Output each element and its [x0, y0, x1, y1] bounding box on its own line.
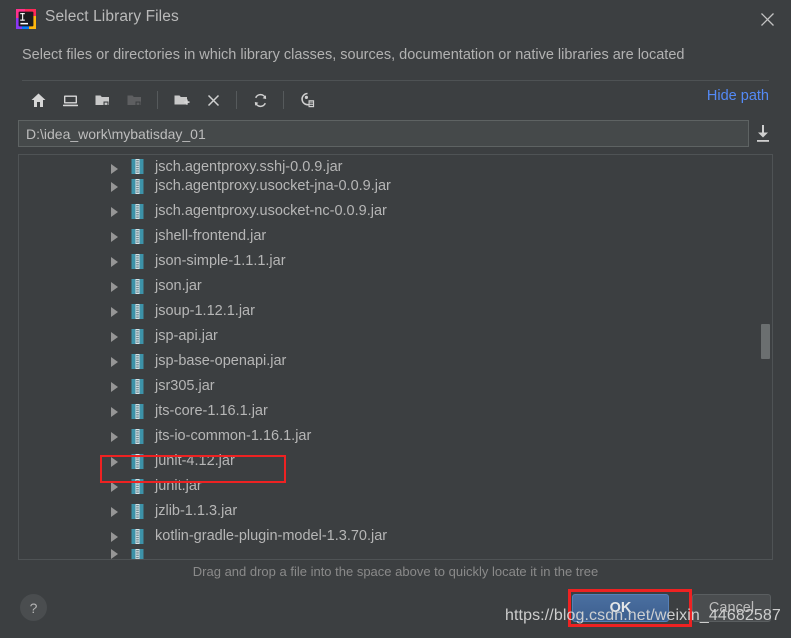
- page-title: Select Library Files: [45, 8, 179, 25]
- file-chooser-toolbar: [22, 84, 323, 116]
- folder-project-icon[interactable]: [86, 85, 118, 115]
- list-item[interactable]: [19, 549, 772, 559]
- jar-file-icon: [131, 229, 144, 244]
- jar-file-icon: [131, 549, 155, 559]
- list-item-label: jts-io-common-1.16.1.jar: [155, 428, 312, 445]
- jar-file-icon: [131, 304, 144, 319]
- drag-drop-hint: Drag and drop a file into the space abov…: [192, 564, 599, 579]
- header-divider: [22, 80, 769, 81]
- list-item[interactable]: json-simple-1.1.1.jar: [19, 249, 772, 274]
- list-item[interactable]: junit-4.12.jar: [19, 449, 772, 474]
- expand-arrow-icon[interactable]: [111, 231, 118, 242]
- jar-file-icon: [131, 504, 144, 519]
- expand-arrow-icon[interactable]: [111, 181, 118, 192]
- list-item-label: jsoup-1.12.1.jar: [155, 303, 255, 320]
- list-item-label: jsch.agentproxy.usocket-jna-0.0.9.jar: [155, 178, 391, 195]
- list-item-label: jsp-base-openapi.jar: [155, 353, 287, 370]
- list-item-label: junit-4.12.jar: [155, 453, 235, 470]
- toolbar-divider: [157, 91, 158, 109]
- vertical-scrollbar[interactable]: [760, 156, 771, 559]
- list-item-label: jsp-api.jar: [155, 328, 218, 345]
- expand-arrow-icon[interactable]: [111, 481, 118, 492]
- jar-file-icon: [131, 354, 144, 369]
- watermark-text: https://blog.csdn.net/weixin_44682587: [505, 607, 781, 624]
- list-item-label: junit.jar: [155, 478, 202, 495]
- list-item-label: jsch.agentproxy.usocket-nc-0.0.9.jar: [155, 203, 387, 220]
- folder-module-icon: [118, 85, 150, 115]
- expand-arrow-icon[interactable]: [111, 549, 118, 559]
- expand-arrow-icon[interactable]: [111, 406, 118, 417]
- expand-arrow-icon[interactable]: [111, 506, 118, 517]
- toolbar-divider-2: [236, 91, 237, 109]
- jar-file-icon: [131, 379, 144, 394]
- list-item-label: json-simple-1.1.1.jar: [155, 253, 286, 270]
- help-button[interactable]: ?: [20, 594, 47, 621]
- desktop-icon[interactable]: [54, 85, 86, 115]
- list-item[interactable]: jts-core-1.16.1.jar: [19, 399, 772, 424]
- list-item[interactable]: jsp-base-openapi.jar: [19, 349, 772, 374]
- title-bar: Select Library Files: [0, 0, 791, 38]
- list-item[interactable]: jzlib-1.1.3.jar: [19, 499, 772, 524]
- expand-arrow-icon[interactable]: [111, 331, 118, 342]
- select-library-files-dialog: Select Library Files Select files or dir…: [0, 0, 791, 638]
- list-item[interactable]: kotlin-gradle-plugin-model-1.3.70.jar: [19, 524, 772, 549]
- expand-arrow-icon[interactable]: [111, 531, 118, 542]
- list-item[interactable]: jshell-frontend.jar: [19, 224, 772, 249]
- expand-arrow-icon[interactable]: [111, 206, 118, 217]
- refresh-icon[interactable]: [244, 85, 276, 115]
- dialog-subtitle: Select files or directories in which lib…: [22, 47, 685, 63]
- jar-file-icon: [131, 254, 144, 269]
- list-item[interactable]: jsr305.jar: [19, 374, 772, 399]
- close-icon[interactable]: [743, 0, 791, 38]
- expand-arrow-icon[interactable]: [111, 256, 118, 267]
- jar-file-icon: [131, 329, 144, 344]
- jar-file-icon: [131, 279, 144, 294]
- expand-arrow-icon[interactable]: [111, 281, 118, 292]
- list-item-label: jshell-frontend.jar: [155, 228, 267, 245]
- expand-arrow-icon[interactable]: [111, 356, 118, 367]
- import-download-icon[interactable]: [753, 123, 773, 144]
- list-item-label: jsch.agentproxy.sshj-0.0.9.jar: [155, 158, 343, 175]
- path-bar: [18, 120, 773, 147]
- path-input[interactable]: [18, 120, 749, 147]
- expand-arrow-icon[interactable]: [111, 306, 118, 317]
- delete-icon[interactable]: [197, 85, 229, 115]
- list-item-label: json.jar: [155, 278, 202, 295]
- file-tree-rows: jsch.agentproxy.sshj-0.0.9.jar jsch.agent…: [19, 155, 772, 559]
- expand-arrow-icon[interactable]: [111, 431, 118, 442]
- hide-path-link[interactable]: Hide path: [707, 88, 769, 104]
- expand-arrow-icon[interactable]: [111, 456, 118, 467]
- jar-file-icon: [131, 429, 144, 444]
- jar-file-icon: [131, 529, 144, 544]
- intellij-idea-logo-icon: [16, 9, 36, 29]
- list-item[interactable]: jts-io-common-1.16.1.jar: [19, 424, 772, 449]
- jar-file-icon: [131, 204, 144, 219]
- list-item[interactable]: jsch.agentproxy.usocket-nc-0.0.9.jar: [19, 199, 772, 224]
- new-folder-icon[interactable]: [165, 85, 197, 115]
- toolbar-divider-3: [283, 91, 284, 109]
- list-item-label: jts-core-1.16.1.jar: [155, 403, 268, 420]
- file-tree-list[interactable]: jsch.agentproxy.sshj-0.0.9.jar jsch.agent…: [18, 154, 773, 560]
- list-item[interactable]: jsp-api.jar: [19, 324, 772, 349]
- list-item-label: jsr305.jar: [155, 378, 215, 395]
- home-icon[interactable]: [22, 85, 54, 115]
- list-item-label: jzlib-1.1.3.jar: [155, 503, 238, 520]
- list-item[interactable]: jsch.agentproxy.sshj-0.0.9.jar: [19, 155, 772, 174]
- list-item[interactable]: junit.jar: [19, 474, 772, 499]
- list-item-label: kotlin-gradle-plugin-model-1.3.70.jar: [155, 528, 388, 545]
- scrollbar-thumb[interactable]: [761, 324, 770, 359]
- list-item[interactable]: jsoup-1.12.1.jar: [19, 299, 772, 324]
- jar-file-icon: [131, 479, 144, 494]
- jar-file-icon: [131, 159, 144, 174]
- expand-arrow-icon[interactable]: [111, 164, 118, 174]
- jar-file-icon: [131, 179, 144, 194]
- list-item[interactable]: jsch.agentproxy.usocket-jna-0.0.9.jar: [19, 174, 772, 199]
- jar-file-icon: [131, 404, 144, 419]
- list-item[interactable]: json.jar: [19, 274, 772, 299]
- expand-arrow-icon[interactable]: [111, 381, 118, 392]
- show-hidden-files-icon[interactable]: [291, 85, 323, 115]
- jar-file-icon: [131, 454, 144, 469]
